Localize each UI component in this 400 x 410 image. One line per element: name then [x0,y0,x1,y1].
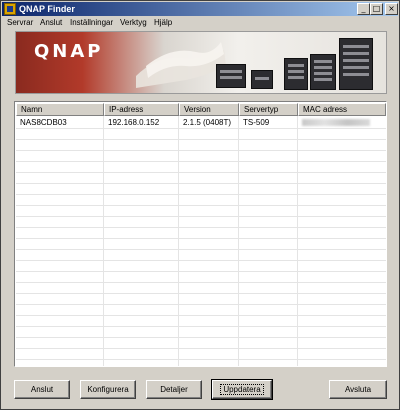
column-header-mac[interactable]: MAC adress [298,103,386,116]
column-header-ip[interactable]: IP-adress [104,103,179,116]
grid-line [16,161,386,162]
nas-device-image [251,70,273,89]
menu-anslut[interactable]: Anslut [40,18,62,28]
table-row[interactable]: NAS8CDB03 192.168.0.152 2.1.5 (0408T) TS… [16,117,386,128]
grid-line [16,293,386,294]
details-button[interactable]: Detaljer [146,380,202,399]
grid-line [16,282,386,283]
refresh-button[interactable]: Uppdatera [211,379,273,400]
exit-button[interactable]: Avsluta [329,380,387,399]
grid-line [16,304,386,305]
menu-servrar[interactable]: Servrar [7,18,33,28]
grid-line [16,260,386,261]
grid-line [16,348,386,349]
hands-image [136,42,226,88]
grid-line [16,315,386,316]
configure-button[interactable]: Konfigurera [80,380,136,399]
grid-line [16,359,386,360]
grid-line [16,128,386,129]
list-header: Namn IP-adress Version Servertyp MAC adr… [16,103,386,116]
qnap-finder-window: QNAP Finder _ □ × Servrar Anslut Inställ… [0,0,400,410]
grid-line [16,183,386,184]
close-icon[interactable]: × [385,3,398,15]
grid-line [16,150,386,151]
column-header-version[interactable]: Version [179,103,239,116]
grid-line [16,194,386,195]
grid-line [16,337,386,338]
column-header-name[interactable]: Namn [16,103,104,116]
grid-line [16,216,386,217]
grid-line [16,139,386,140]
grid-line [16,172,386,173]
grid-line [16,326,386,327]
connect-button[interactable]: Anslut [14,380,70,399]
qnap-logo: QNAP [34,41,104,62]
qnap-banner: QNAP [15,31,387,94]
menu-bar: Servrar Anslut Inställningar Verktyg Hjä… [2,16,398,29]
grid-line [16,271,386,272]
minimize-icon[interactable]: _ [357,3,370,15]
grid-line [16,205,386,206]
menu-installningar[interactable]: Inställningar [70,18,113,28]
nas-device-image [310,54,336,90]
nas-device-image [284,58,308,90]
cell-ip: 192.168.0.152 [108,118,160,127]
maximize-icon[interactable]: □ [370,3,383,15]
menu-hjalp[interactable]: Hjälp [154,18,172,28]
grid-line [16,238,386,239]
title-bar[interactable]: QNAP Finder _ □ × [2,2,398,16]
window-title: QNAP Finder [19,4,75,14]
nas-device-image [339,38,373,90]
cell-type: TS-509 [243,118,270,127]
column-header-type[interactable]: Servertyp [239,103,298,116]
grid-line [16,249,386,250]
qnap-app-icon [4,3,16,15]
nas-device-image [216,64,246,88]
server-list[interactable]: Namn IP-adress Version Servertyp MAC adr… [14,101,387,367]
cell-name: NAS8CDB03 [20,118,67,127]
cell-version: 2.1.5 (0408T) [183,118,232,127]
menu-verktyg[interactable]: Verktyg [120,18,147,28]
grid-line [16,227,386,228]
